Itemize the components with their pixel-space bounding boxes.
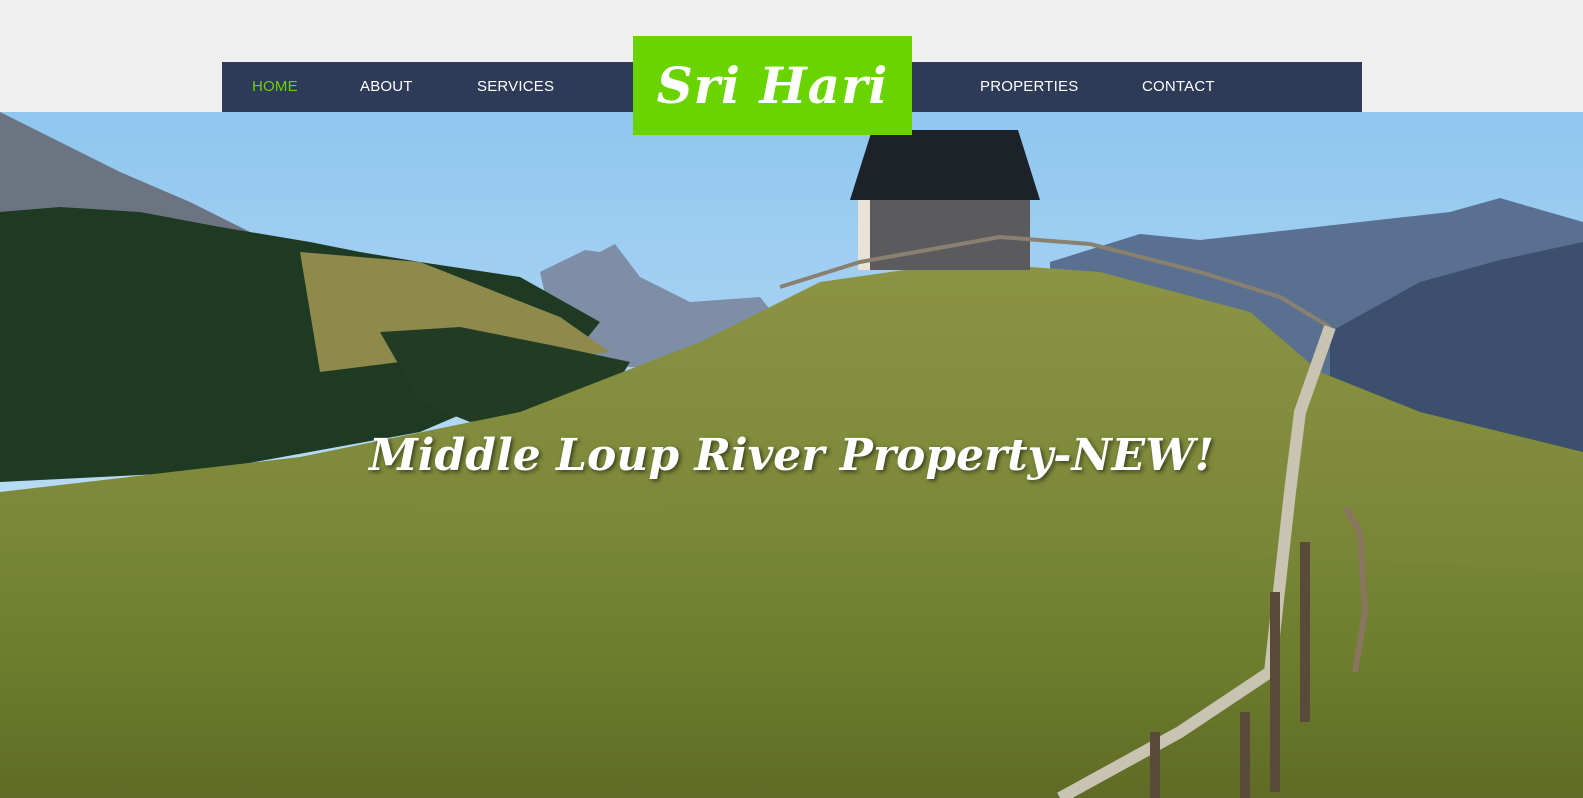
hero-title: Middle Loup River Property-NEW! xyxy=(369,430,1214,481)
nav-item-home[interactable]: HOME xyxy=(252,62,298,112)
nav-item-contact[interactable]: CONTACT xyxy=(1142,62,1215,112)
nav-item-services[interactable]: SERVICES xyxy=(477,62,554,112)
hero-banner: Middle Loup River Property-NEW! xyxy=(0,112,1583,798)
nav-item-about[interactable]: ABOUT xyxy=(360,62,413,112)
nav-item-properties[interactable]: PROPERTIES xyxy=(980,62,1078,112)
brand-name: Sri Hari xyxy=(656,56,889,115)
brand-logo[interactable]: Sri Hari xyxy=(633,36,912,135)
